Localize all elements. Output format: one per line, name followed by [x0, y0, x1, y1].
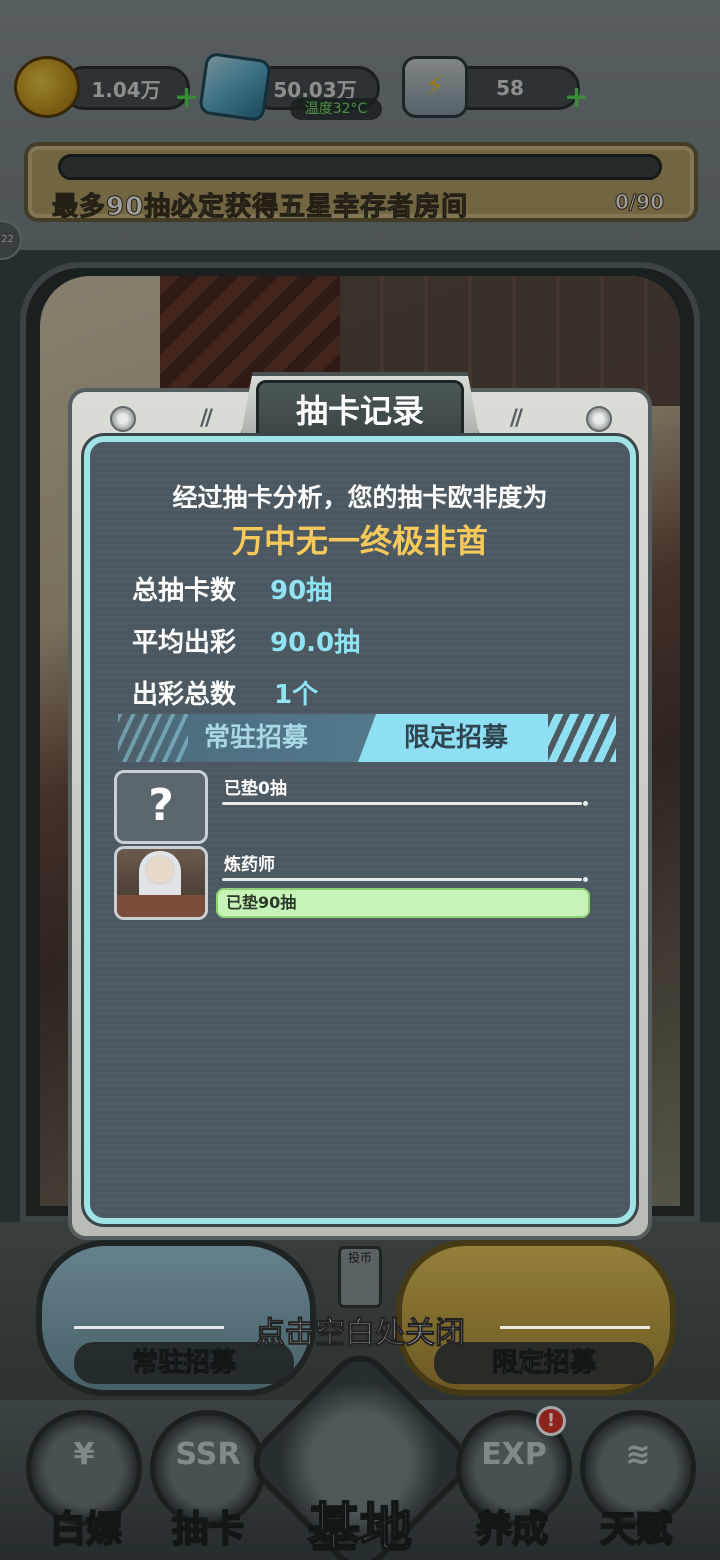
stat-average-label: 平均出彩 — [132, 628, 237, 658]
slash-decoration: // — [509, 406, 523, 431]
tab-stripe-decoration — [548, 714, 616, 762]
tab-limited-label: 限定招募 — [404, 723, 509, 753]
portrait-desk — [117, 895, 205, 917]
luck-rank: 万中无一终极非酋 — [231, 522, 488, 560]
stat-total-value: 90抽 — [270, 576, 333, 606]
record-pity: 已垫0抽 — [224, 779, 287, 799]
list-item: ? 已垫0抽 — [114, 770, 594, 846]
question-mark-icon: ? — [114, 770, 208, 844]
screw-icon — [110, 406, 136, 432]
record-name: 炼药师 — [224, 855, 275, 875]
stat-count-value: 1个 — [274, 680, 319, 710]
record-progress-line — [222, 801, 588, 806]
bottom-dim[interactable] — [0, 1222, 720, 1560]
stat-count-label: 出彩总数 — [132, 680, 237, 710]
slash-decoration: // — [200, 406, 213, 431]
tab-stripe-decoration — [118, 714, 188, 762]
screw-icon — [586, 406, 612, 432]
record-progress-line — [222, 877, 588, 882]
dialog-title: 抽卡记录 — [256, 380, 464, 442]
record-pity-bar: 已垫90抽 — [216, 888, 590, 918]
alchemist-portrait — [114, 846, 208, 920]
close-hint: 点击空白处关闭 — [255, 1316, 466, 1352]
list-item: 炼药师 已垫90抽 — [114, 846, 594, 922]
tab-standard-label: 常驻招募 — [204, 723, 309, 753]
pool-tabs: 常驻招募 限定招募 — [108, 714, 616, 762]
stat-total-label: 总抽卡数 — [132, 576, 237, 606]
stat-average-value: 90.0抽 — [270, 628, 361, 658]
analysis-summary: 经过抽卡分析，您的抽卡欧非度为 — [172, 483, 548, 512]
portrait-head — [145, 855, 175, 885]
